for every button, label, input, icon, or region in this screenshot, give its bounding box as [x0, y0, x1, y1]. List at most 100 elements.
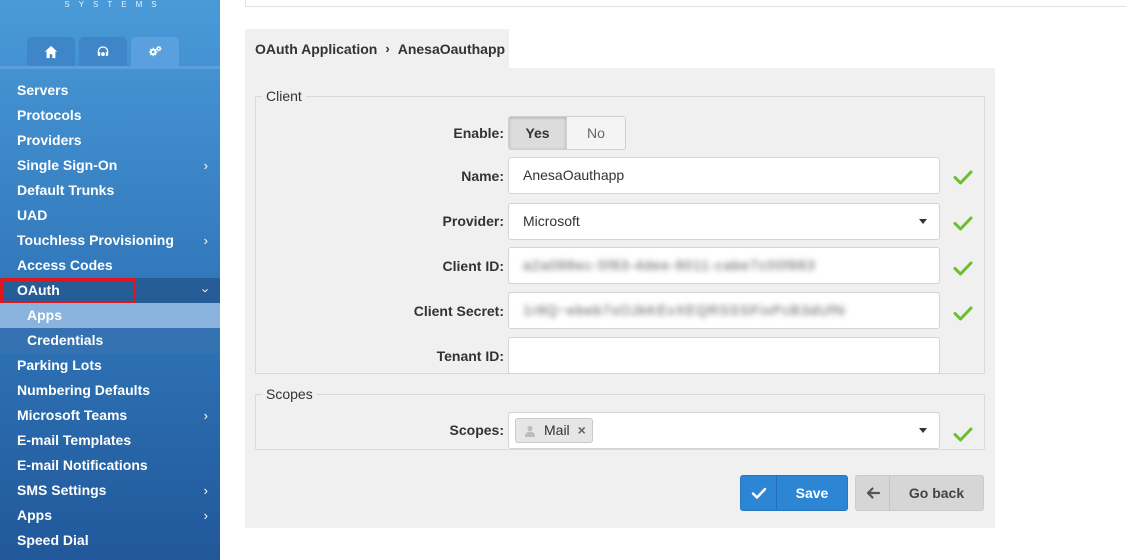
- client-id-input[interactable]: a2a088ec-5f83-4dee-8011-cabe7c00f883: [508, 247, 940, 284]
- sidebar-item-touchless-provisioning[interactable]: Touchless Provisioning ›: [0, 228, 220, 253]
- tab-home[interactable]: [27, 37, 75, 67]
- sidebar-item-label: E-mail Templates: [17, 432, 132, 448]
- sidebar-item-providers[interactable]: Providers: [0, 128, 220, 153]
- scopes-multiselect[interactable]: Mail ×: [508, 412, 940, 449]
- sidebar-item-email-notifications[interactable]: E-mail Notifications: [0, 453, 220, 478]
- chevron-right-icon: ›: [203, 158, 208, 173]
- breadcrumb: OAuth Application › AnesaOauthapp: [245, 29, 509, 68]
- sidebar-item-servers[interactable]: Servers: [0, 78, 220, 103]
- sidebar-subitem-apps[interactable]: Apps: [0, 303, 220, 328]
- sidebar-item-microsoft-teams[interactable]: Microsoft Teams ›: [0, 403, 220, 428]
- sidebar-item-label: Access Codes: [17, 257, 113, 273]
- sidebar-icon-tabs: [27, 37, 179, 67]
- sidebar-item-sms-settings[interactable]: SMS Settings ›: [0, 478, 220, 503]
- client-secret-input[interactable]: 1r8Q~ebeb7sOJkKEvXEQRSSSFixPcB3dUfN: [508, 292, 940, 329]
- enable-label: Enable:: [453, 125, 504, 141]
- scopes-label: Scopes:: [449, 422, 504, 438]
- sidebar-item-label: Apps: [17, 507, 52, 523]
- sidebar-item-label: Touchless Provisioning: [17, 232, 174, 248]
- scope-tag-label: Mail: [544, 422, 570, 438]
- client-id-label: Client ID:: [442, 258, 504, 274]
- chevron-right-icon: ›: [385, 41, 390, 56]
- chevron-down-icon: ›: [198, 288, 214, 293]
- breadcrumb-parent[interactable]: OAuth Application: [255, 41, 377, 57]
- sidebar-item-protocols[interactable]: Protocols: [0, 103, 220, 128]
- dropdown-caret-icon: [919, 428, 927, 433]
- headset-icon: [97, 46, 109, 57]
- save-button[interactable]: Save: [740, 475, 848, 511]
- chevron-right-icon: ›: [203, 508, 208, 523]
- sidebar-item-email-templates[interactable]: E-mail Templates: [0, 428, 220, 453]
- valid-check-icon: [953, 424, 973, 444]
- oauth-app-form: Client Enable: Yes No Name: AnesaOauthap…: [245, 68, 995, 528]
- client-secret-label: Client Secret:: [413, 303, 504, 319]
- sidebar: SYSTEMS Servers Protocols Providers Sing…: [0, 0, 220, 560]
- check-icon: [741, 476, 777, 510]
- enable-toggle: Yes No: [508, 116, 626, 150]
- sidebar-menu: Servers Protocols Providers Single Sign-…: [0, 78, 220, 553]
- tab-bar-divider: [0, 66, 220, 69]
- arrow-left-icon: [856, 476, 890, 510]
- sidebar-item-oauth[interactable]: OAuth ›: [0, 278, 220, 305]
- home-icon: [44, 45, 58, 59]
- valid-check-icon: [953, 303, 973, 323]
- sidebar-item-speed-dial[interactable]: Speed Dial: [0, 528, 220, 553]
- user-icon: [525, 425, 535, 437]
- sidebar-subitem-credentials[interactable]: Credentials: [0, 328, 220, 353]
- enable-no-button[interactable]: No: [567, 117, 625, 149]
- top-card-edge: [245, 0, 1126, 7]
- tenant-id-label: Tenant ID:: [436, 348, 504, 364]
- client-id-value: a2a088ec-5f83-4dee-8011-cabe7c00f883: [523, 257, 816, 273]
- sidebar-item-label: Providers: [17, 132, 82, 148]
- sidebar-item-parking-lots[interactable]: Parking Lots: [0, 353, 220, 378]
- tenant-id-input[interactable]: [508, 337, 940, 374]
- sidebar-item-label: Apps: [27, 307, 62, 323]
- valid-check-icon: [953, 258, 973, 278]
- tab-settings[interactable]: [131, 37, 179, 67]
- chevron-right-icon: ›: [203, 233, 208, 248]
- breadcrumb-current: AnesaOauthapp: [397, 40, 506, 57]
- highlight-box: [0, 278, 136, 305]
- sidebar-item-label: Microsoft Teams: [17, 407, 128, 423]
- provider-value: Microsoft: [523, 213, 580, 229]
- valid-check-icon: [953, 167, 973, 187]
- sidebar-item-label: Single Sign-On: [17, 157, 118, 173]
- name-input[interactable]: AnesaOauthapp: [508, 157, 940, 194]
- sidebar-item-label: E-mail Notifications: [17, 457, 148, 473]
- scopes-fieldset: Scopes Scopes: Mail ×: [255, 386, 985, 450]
- provider-select[interactable]: Microsoft: [508, 203, 940, 240]
- dropdown-caret-icon: [919, 219, 927, 224]
- remove-tag-icon[interactable]: ×: [578, 419, 586, 442]
- sidebar-item-uad[interactable]: UAD: [0, 203, 220, 228]
- sidebar-item-label: Default Trunks: [17, 182, 115, 198]
- sidebar-item-numbering-defaults[interactable]: Numbering Defaults: [0, 378, 220, 403]
- sidebar-item-label: SMS Settings: [17, 482, 107, 498]
- provider-label: Provider:: [442, 213, 504, 229]
- scope-tag: Mail ×: [515, 418, 593, 443]
- client-legend: Client: [266, 88, 302, 104]
- sidebar-item-label: Servers: [17, 82, 69, 98]
- client-fieldset: Client Enable: Yes No Name: AnesaOauthap…: [255, 88, 985, 374]
- gears-icon: [148, 45, 162, 57]
- sidebar-item-label: Credentials: [27, 332, 104, 348]
- sidebar-item-single-sign-on[interactable]: Single Sign-On ›: [0, 153, 220, 178]
- sidebar-item-label: Protocols: [17, 107, 82, 123]
- enable-yes-button[interactable]: Yes: [509, 117, 568, 149]
- sidebar-item-apps[interactable]: Apps ›: [0, 503, 220, 528]
- name-label: Name:: [461, 168, 504, 184]
- go-back-button[interactable]: Go back: [855, 475, 984, 511]
- sidebar-item-label: UAD: [17, 207, 48, 223]
- sidebar-item-access-codes[interactable]: Access Codes: [0, 253, 220, 278]
- sidebar-item-label: Numbering Defaults: [17, 382, 151, 398]
- chevron-right-icon: ›: [203, 483, 208, 498]
- client-secret-value: 1r8Q~ebeb7sOJkKEvXEQRSSSFixPcB3dUfN: [523, 302, 846, 318]
- sidebar-item-default-trunks[interactable]: Default Trunks: [0, 178, 220, 203]
- tab-support[interactable]: [79, 37, 127, 67]
- brand-logo-text: SYSTEMS: [64, 0, 166, 9]
- go-back-button-label: Go back: [908, 485, 965, 501]
- sidebar-item-label: Speed Dial: [17, 532, 89, 548]
- chevron-right-icon: ›: [203, 408, 208, 423]
- save-button-label: Save: [795, 485, 829, 501]
- valid-check-icon: [953, 213, 973, 233]
- sidebar-item-label: Parking Lots: [17, 357, 102, 373]
